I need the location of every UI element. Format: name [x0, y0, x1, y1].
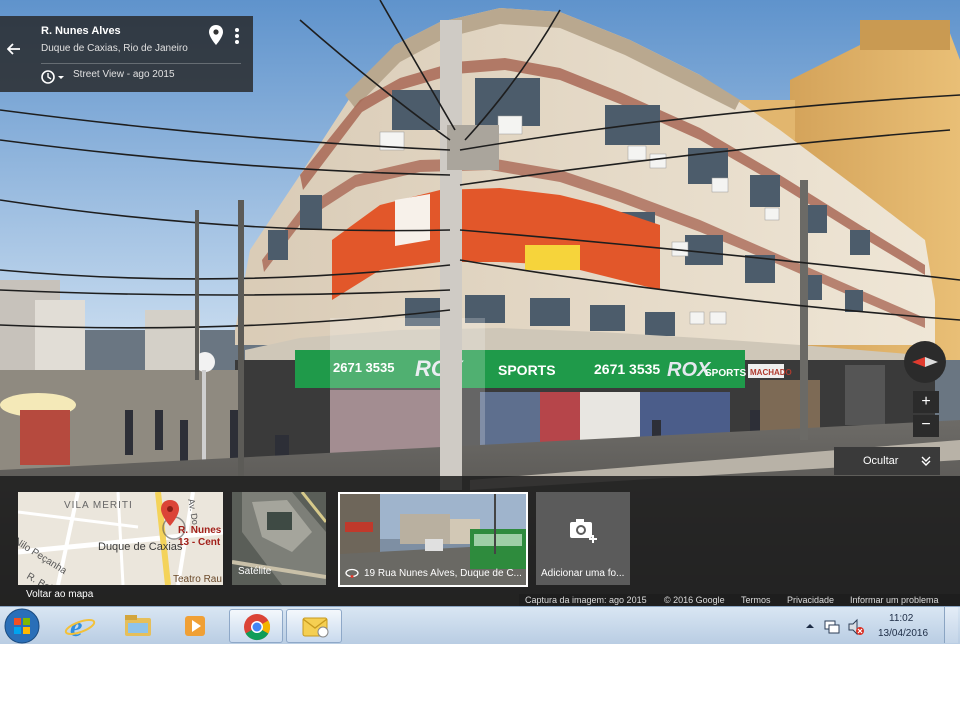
location-header-card: R. Nunes Alves Duque de Caxias, Rio de J…: [0, 16, 253, 92]
arrow-left-icon: [6, 43, 20, 55]
add-photo-camera-icon: [570, 519, 597, 543]
sign-right-sports: SPORTS: [705, 368, 746, 379]
clock-history-icon: [41, 70, 64, 84]
chevron-double-down-icon: [921, 456, 931, 466]
street-view-date: Street View - ago 2015: [73, 69, 175, 80]
add-photo-button[interactable]: Adicionar uma fo...: [536, 492, 630, 585]
map-label-place-2: 13 - Cent: [178, 537, 221, 548]
hide-imagery-button[interactable]: Ocultar: [834, 447, 940, 475]
report-problem-link[interactable]: Informar um problema: [850, 595, 939, 605]
mail-clock-icon: [302, 617, 329, 638]
taskbar-chrome[interactable]: [229, 609, 283, 643]
taskbar-internet-explorer[interactable]: e: [58, 609, 102, 643]
location-pin-icon: [209, 25, 223, 45]
capture-date: Captura da imagem: ago 2015: [525, 595, 647, 605]
chrome-icon: [244, 614, 271, 641]
terms-link[interactable]: Termos: [741, 595, 771, 605]
time-travel-button[interactable]: [40, 69, 68, 85]
attribution-bar: Captura da imagem: ago 2015 © 2016 Googl…: [519, 594, 960, 606]
distant-building: [145, 310, 200, 370]
taskbar-outlook[interactable]: [286, 609, 342, 643]
map-label-duque-de-caxias: Duque de Caxias: [98, 541, 183, 553]
back-to-map-link[interactable]: Voltar ao mapa: [26, 589, 93, 600]
folder-icon: [125, 615, 151, 636]
photo-label: 19 Rua Nunes Alves, Duque de C...: [364, 568, 522, 579]
add-photo-label: Adicionar uma fo...: [541, 568, 625, 579]
utility-pole: [440, 20, 462, 490]
back-button[interactable]: [4, 42, 24, 62]
distant-building: [35, 300, 85, 370]
screen: 2671 3535 ROX SPORTS 2671 3535 ROX SPORT…: [0, 0, 960, 720]
windows-taskbar: e: [0, 606, 960, 644]
map-label-teatro: Teatro Rau: [173, 574, 222, 585]
place-title: R. Nunes Alves: [41, 25, 121, 37]
zoom-in-button[interactable]: +: [913, 391, 939, 413]
map-label-vila-meriti: VILA MERITI: [64, 500, 133, 511]
satellite-label: Satélite: [238, 566, 272, 577]
clock-date[interactable]: 13/04/2016: [878, 628, 928, 639]
header-divider: [41, 63, 241, 64]
svg-text:e: e: [70, 612, 82, 643]
place-subtitle: Duque de Caxias, Rio de Janeiro: [41, 43, 188, 54]
show-desktop-button[interactable]: [944, 607, 958, 643]
street-lamp-pole: [202, 370, 206, 470]
location-pin-button[interactable]: [209, 25, 225, 47]
banner-yellow-sticker: [525, 245, 580, 270]
shop-small-sign: MACHADO: [750, 368, 792, 377]
zoom-out-button[interactable]: −: [913, 415, 939, 437]
tray-expand-icon[interactable]: [804, 620, 816, 632]
satellite-thumbnail[interactable]: Satélite: [232, 492, 326, 585]
network-icon[interactable]: [824, 619, 840, 635]
more-options-button[interactable]: [230, 26, 244, 46]
taskbar-file-explorer[interactable]: [116, 609, 160, 643]
privacy-link[interactable]: Privacidade: [787, 595, 834, 605]
photo-thumbnail-selected[interactable]: 19 Rua Nunes Alves, Duque de C...: [338, 492, 528, 587]
panorama-360-icon: [345, 568, 359, 578]
windows-logo-icon: [4, 608, 40, 644]
map-label-place-1: R. Nunes: [178, 525, 222, 536]
utility-pole-right: [800, 180, 808, 440]
copyright: © 2016 Google: [664, 595, 725, 605]
hide-label: Ocultar: [863, 455, 899, 467]
street-stall: [20, 410, 70, 465]
volume-muted-icon[interactable]: [847, 618, 865, 636]
clock-time[interactable]: 11:02: [889, 613, 913, 624]
media-player-icon: [185, 616, 205, 636]
compass-icon: [912, 357, 938, 367]
more-vertical-icon: [235, 28, 239, 44]
start-button[interactable]: [4, 608, 40, 644]
sign-phone: 2671 3535: [594, 361, 660, 377]
tower-building: [860, 20, 950, 50]
compass-button[interactable]: [904, 341, 946, 383]
banner-white-panel: [395, 194, 430, 246]
taskbar-media-player[interactable]: [173, 609, 217, 643]
map-thumbnail[interactable]: VILA MERITI Nilo Peçanha Av. Do R. Nunes…: [18, 492, 223, 585]
internet-explorer-icon: e: [64, 612, 96, 643]
sign-sports: SPORTS: [498, 362, 556, 378]
